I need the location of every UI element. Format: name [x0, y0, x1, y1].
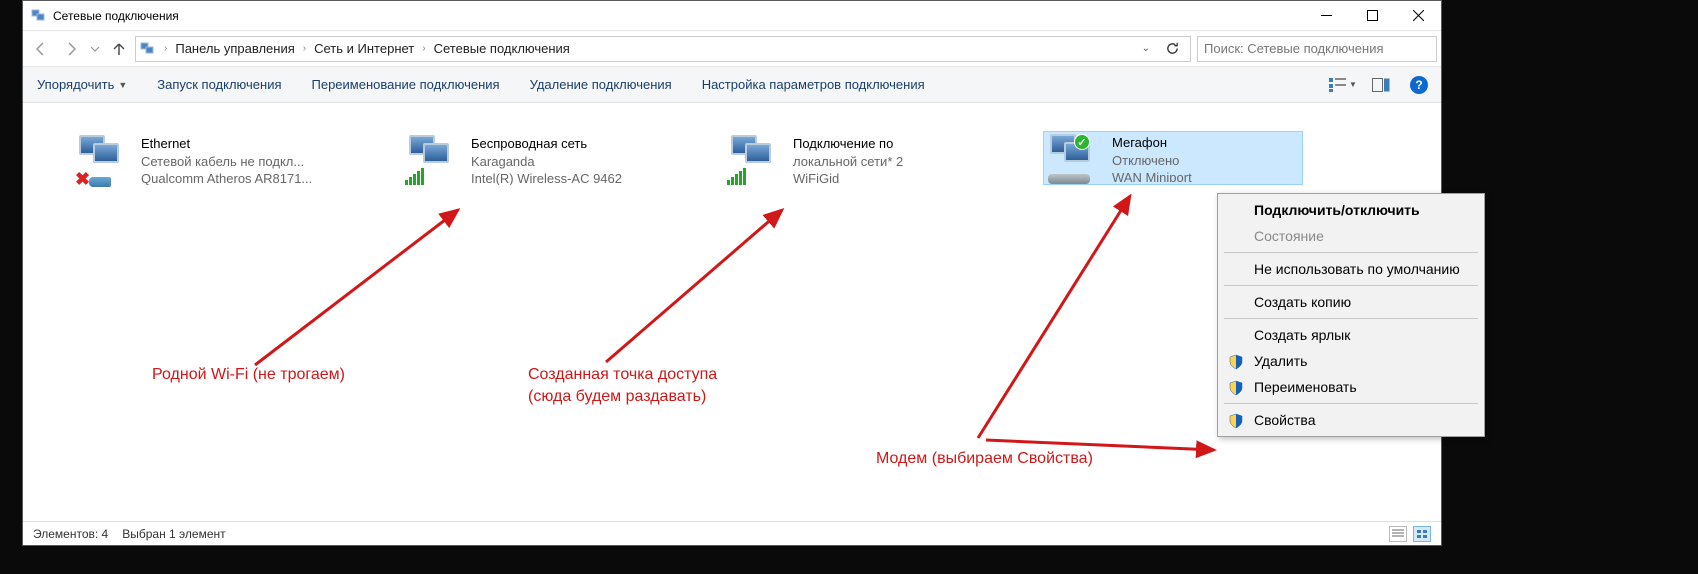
menu-unset-default[interactable]: Не использовать по умолчанию [1220, 256, 1482, 282]
back-button[interactable] [27, 35, 55, 63]
connection-lan2[interactable]: Подключение по локальной сети* 2 WiFiGid [725, 133, 1005, 187]
configure-connection-button[interactable]: Настройка параметров подключения [696, 73, 931, 96]
menu-separator [1224, 285, 1478, 286]
connection-device: Qualcomm Atheros AR8171... [141, 170, 312, 185]
maximize-button[interactable] [1349, 1, 1395, 31]
menu-separator [1224, 403, 1478, 404]
cable-icon [89, 177, 111, 187]
ethernet-icon: ✖ [75, 135, 139, 185]
connection-device: WiFiGid [793, 170, 903, 185]
modem-icon: ✓ [1046, 134, 1110, 184]
menu-status: Состояние [1220, 223, 1482, 249]
chevron-down-icon[interactable]: ⌄ [1136, 43, 1156, 54]
signal-bars-icon [727, 167, 746, 185]
menu-separator [1224, 252, 1478, 253]
minimize-button[interactable] [1303, 1, 1349, 31]
up-button[interactable] [105, 35, 133, 63]
recent-dropdown[interactable] [87, 35, 103, 63]
item-count: Элементов: 4 [33, 527, 108, 541]
titlebar: Сетевые подключения [23, 1, 1441, 31]
icons-view-button[interactable] [1413, 526, 1431, 542]
menu-delete[interactable]: Удалить [1220, 348, 1482, 374]
shield-icon [1228, 413, 1244, 429]
selection-info: Выбран 1 элемент [122, 527, 225, 541]
window-title: Сетевые подключения [53, 9, 179, 23]
connection-status: локальной сети* 2 [793, 153, 903, 171]
shield-icon [1228, 380, 1244, 396]
check-icon: ✓ [1074, 134, 1090, 150]
connection-wifi[interactable]: Беспроводная сеть Karaganda Intel(R) Wir… [403, 133, 683, 187]
preview-pane-button[interactable] [1367, 73, 1395, 97]
signal-bars-icon [405, 167, 424, 185]
command-bar: Упорядочить▼ Запуск подключения Переимен… [23, 67, 1441, 103]
menu-create-shortcut[interactable]: Создать ярлык [1220, 322, 1482, 348]
search-placeholder: Поиск: Сетевые подключения [1204, 41, 1384, 56]
organize-menu[interactable]: Упорядочить▼ [31, 73, 133, 96]
connection-device: WAN Miniport [1112, 169, 1192, 182]
breadcrumb-item[interactable]: Панель управления [173, 41, 296, 56]
network-connections-icon [31, 8, 47, 24]
connection-ethernet[interactable]: ✖ Ethernet Сетевой кабель не подкл... Qu… [73, 133, 353, 187]
forward-button[interactable] [57, 35, 85, 63]
breadcrumb-item[interactable]: Сетевые подключения [432, 41, 572, 56]
connection-device: Intel(R) Wireless-AC 9462 [471, 170, 622, 185]
shield-icon [1228, 354, 1244, 370]
refresh-button[interactable] [1160, 37, 1184, 61]
wifi-adapter-icon [405, 135, 469, 185]
details-view-button[interactable] [1389, 526, 1407, 542]
connection-status: Karaganda [471, 153, 622, 171]
menu-rename[interactable]: Переименовать [1220, 374, 1482, 400]
start-connection-button[interactable]: Запуск подключения [151, 73, 287, 96]
connection-name: Мегафон [1112, 134, 1192, 152]
menu-separator [1224, 318, 1478, 319]
menu-create-copy[interactable]: Создать копию [1220, 289, 1482, 315]
connection-status: Отключено [1112, 152, 1192, 170]
menu-connect-disconnect[interactable]: Подключить/отключить [1220, 197, 1482, 223]
navbar: › Панель управления › Сеть и Интернет › … [23, 31, 1441, 67]
breadcrumb-item[interactable]: Сеть и Интернет [312, 41, 416, 56]
breadcrumb[interactable]: › Панель управления › Сеть и Интернет › … [135, 36, 1191, 62]
menu-properties[interactable]: Свойства [1220, 407, 1482, 433]
connection-name: Подключение по [793, 135, 903, 153]
chevron-right-icon: › [158, 43, 173, 54]
modem-device-icon [1048, 174, 1090, 184]
chevron-right-icon: › [416, 43, 431, 54]
connection-megafon[interactable]: ✓ Мегафон Отключено WAN Miniport [1043, 131, 1303, 185]
delete-connection-button[interactable]: Удаление подключения [524, 73, 678, 96]
close-button[interactable] [1395, 1, 1441, 31]
search-input[interactable]: Поиск: Сетевые подключения [1197, 36, 1437, 62]
help-button[interactable]: ? [1405, 73, 1433, 97]
wifi-adapter-icon [727, 135, 791, 185]
connection-status: Сетевой кабель не подкл... [141, 153, 312, 171]
connection-name: Ethernet [141, 135, 312, 153]
chevron-right-icon: › [297, 43, 312, 54]
statusbar: Элементов: 4 Выбран 1 элемент [23, 521, 1441, 545]
network-connections-icon [138, 39, 158, 59]
context-menu: Подключить/отключить Состояние Не исполь… [1217, 193, 1485, 437]
connection-name: Беспроводная сеть [471, 135, 622, 153]
view-options-button[interactable]: ▼ [1329, 73, 1357, 97]
window-controls [1303, 1, 1441, 31]
rename-connection-button[interactable]: Переименование подключения [306, 73, 506, 96]
help-icon: ? [1410, 76, 1428, 94]
